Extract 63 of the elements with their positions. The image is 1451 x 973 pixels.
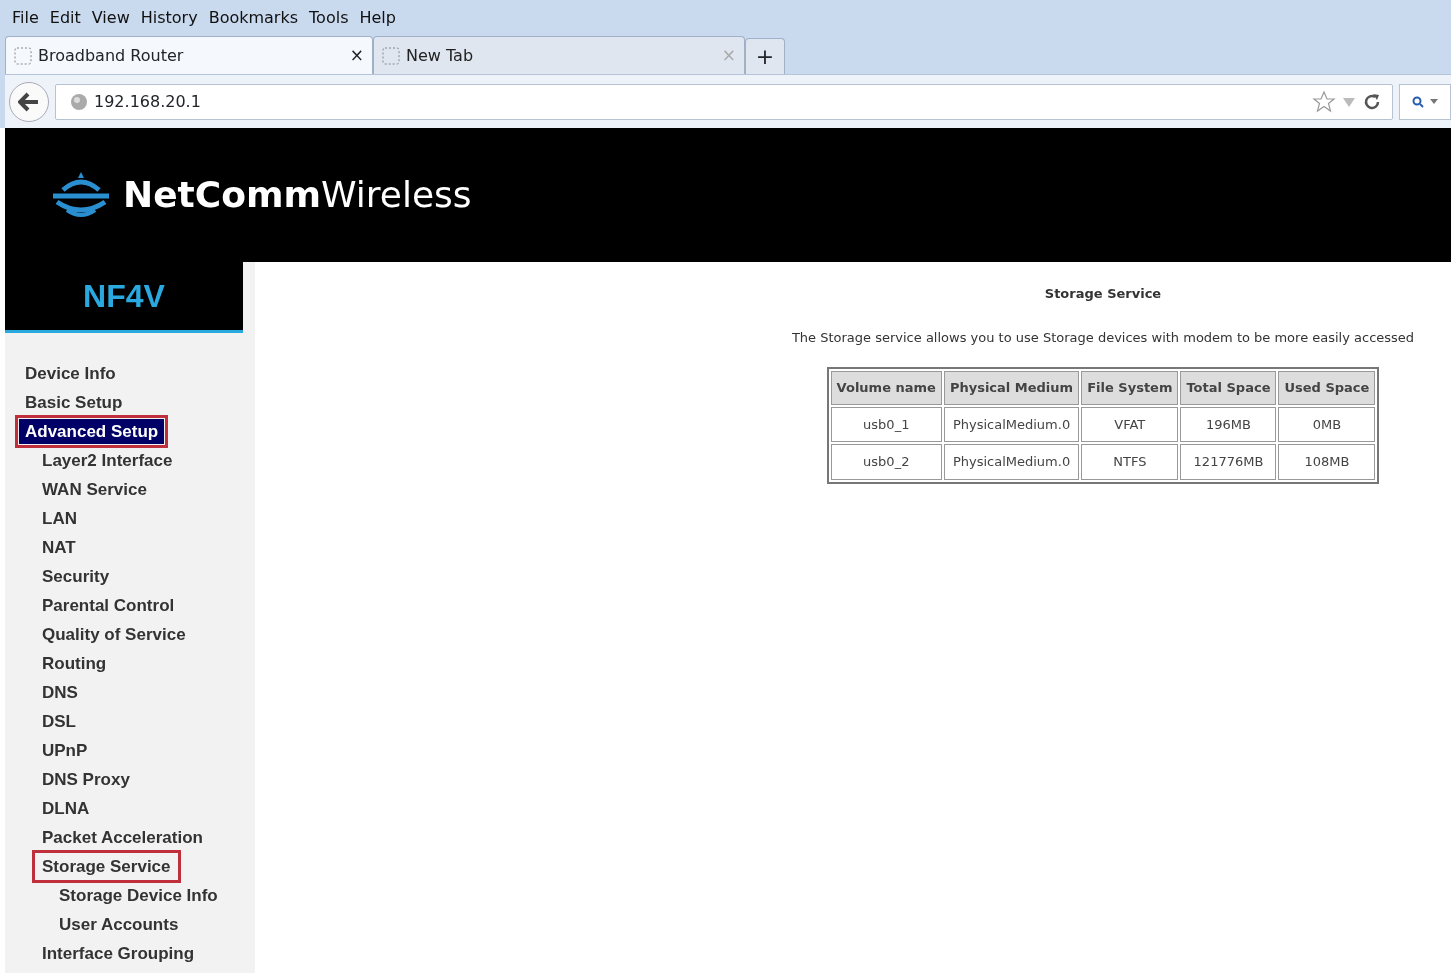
column-header: Used Space: [1278, 371, 1376, 405]
column-header: Total Space: [1180, 371, 1277, 405]
sidebar-item[interactable]: DSL: [36, 709, 82, 734]
new-tab-button[interactable]: +: [745, 38, 785, 74]
column-header: Volume name: [830, 371, 942, 405]
sidebar-item[interactable]: Routing: [36, 651, 113, 676]
sidebar-item[interactable]: DLNA: [36, 796, 96, 821]
sidebar-item[interactable]: Parental Control: [36, 593, 181, 618]
menu-item[interactable]: Tools: [306, 6, 357, 30]
sidebar-item[interactable]: Security: [36, 564, 116, 589]
model-label: NF4V: [5, 262, 243, 333]
back-arrow-icon: [18, 91, 40, 112]
sidebar-item[interactable]: DNS Proxy: [36, 767, 136, 792]
menu-item[interactable]: Bookmarks: [205, 6, 307, 30]
menu-item[interactable]: Edit: [46, 6, 89, 30]
sidebar-item[interactable]: User Accounts: [53, 912, 185, 937]
brand-logo: NetCommWireless: [123, 173, 472, 217]
sidebar-item[interactable]: NAT: [36, 535, 82, 560]
browser-tab[interactable]: New Tab ×: [373, 36, 745, 74]
sidebar-item[interactable]: LAN: [36, 506, 83, 531]
sidebar-item[interactable]: Interface Grouping: [36, 941, 201, 966]
search-field[interactable]: [1399, 83, 1451, 120]
page-icon: [14, 46, 32, 65]
table-cell: PhysicalMedium.0: [943, 444, 1080, 480]
table-cell: 121776MB: [1180, 444, 1277, 480]
sidebar-item[interactable]: Packet Acceleration: [36, 825, 209, 850]
table-cell: NTFS: [1081, 444, 1179, 480]
sidebar-item[interactable]: UPnP: [36, 738, 94, 763]
url-text: 192.168.20.1: [94, 90, 201, 113]
table-cell: PhysicalMedium.0: [943, 406, 1080, 442]
sidebar-item[interactable]: Storage Device Info: [53, 883, 224, 908]
menu-item[interactable]: Help: [356, 6, 404, 30]
browser-tab[interactable]: Broadband Router ×: [5, 36, 373, 74]
table-cell: 196MB: [1180, 406, 1277, 442]
menu-item[interactable]: View: [88, 6, 138, 30]
table-cell: usb0_1: [830, 406, 942, 442]
table-cell: usb0_2: [830, 444, 942, 480]
star-icon[interactable]: [1312, 89, 1336, 114]
sidebar-item[interactable]: Layer2 Interface: [36, 448, 179, 473]
page-icon: [382, 46, 400, 65]
search-icon: [1412, 95, 1424, 108]
reload-icon[interactable]: [1362, 91, 1382, 112]
description-text: The Storage service allows you to use Storage devices with modem to be more easily accessed: [791, 328, 1415, 347]
tab-title: New Tab: [406, 44, 474, 67]
menu-item[interactable]: File: [9, 6, 47, 30]
column-header: File System: [1081, 371, 1179, 405]
table-cell: 108MB: [1278, 444, 1376, 480]
table-cell: 0MB: [1278, 406, 1376, 442]
table-cell: VFAT: [1081, 406, 1179, 442]
address-bar[interactable]: 192.168.20.1: [55, 83, 1393, 120]
tab-title: Broadband Router: [38, 44, 184, 67]
menu-item[interactable]: History: [137, 6, 206, 30]
page-title: Storage Service: [1044, 285, 1162, 303]
sidebar-item[interactable]: Basic Setup: [19, 390, 129, 415]
close-icon[interactable]: ×: [349, 42, 364, 69]
dropdown-icon[interactable]: [1430, 99, 1438, 104]
column-header: Physical Medium: [943, 371, 1080, 405]
sidebar-item[interactable]: Quality of Service: [36, 622, 192, 647]
globe-icon: [70, 92, 88, 111]
sidebar-item[interactable]: DNS: [36, 680, 84, 705]
sidebar-item[interactable]: Device Info: [19, 361, 122, 386]
sidebar-item[interactable]: WAN Service: [36, 477, 153, 502]
back-button[interactable]: [9, 81, 49, 122]
